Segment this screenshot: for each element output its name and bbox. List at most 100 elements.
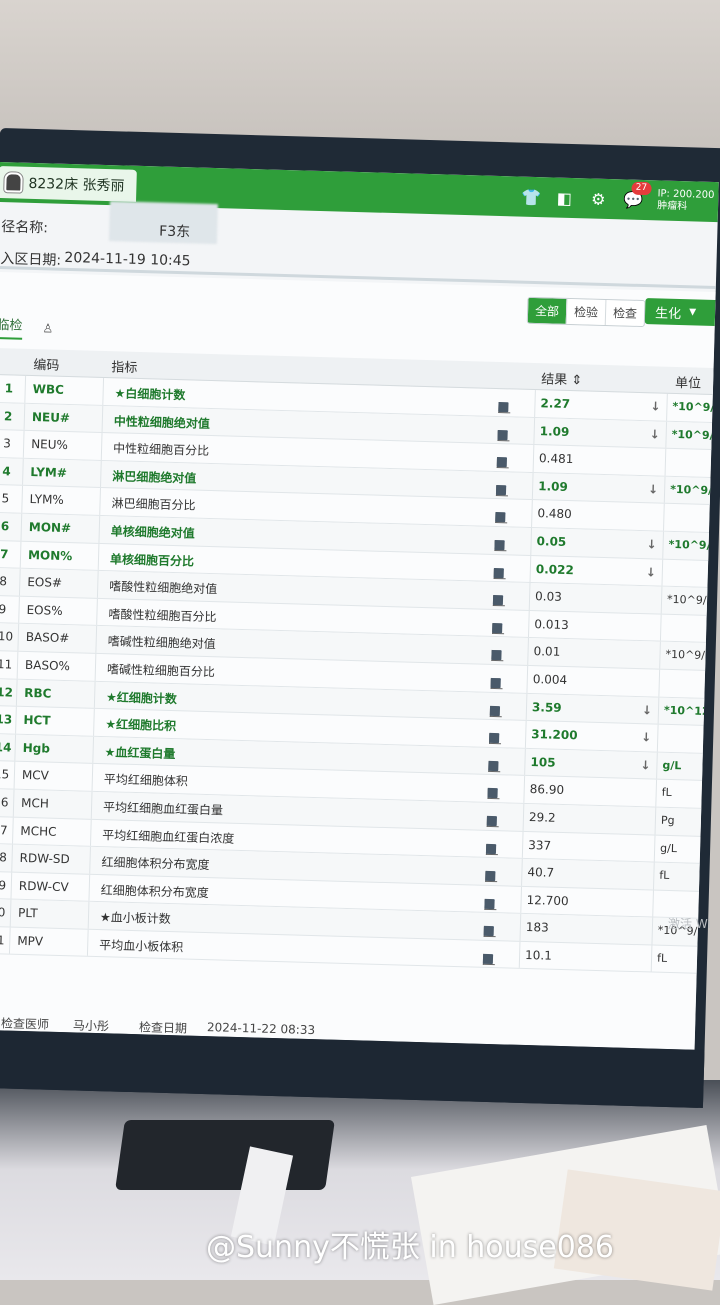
column-divider [656,752,658,779]
column-divider [12,789,15,817]
save-icon[interactable] [486,815,497,827]
column-divider [97,543,100,571]
save-icon[interactable] [496,457,507,468]
column-divider [657,697,660,724]
save-icon[interactable] [491,650,502,661]
save-icon[interactable] [492,622,503,633]
row-index: 17 [0,822,8,837]
save-icon[interactable] [490,677,501,689]
arrow-down-icon: ↓ [646,537,657,552]
save-icon[interactable] [497,429,508,440]
row-unit: g/L [662,758,682,772]
column-divider [88,874,91,902]
filter-all-button[interactable]: 全部 [527,297,567,324]
column-divider [102,377,105,405]
row-name: ★血小板计数 [99,910,171,927]
gear-icon[interactable]: ⚙ [589,189,608,208]
row-name: 平均血小板体积 [99,937,184,955]
column-divider [524,748,526,776]
row-result: 0.01 [533,644,561,660]
column-divider [659,614,662,641]
row-result: 0.03 [534,589,563,605]
column-divider [23,403,26,430]
save-icon[interactable] [487,788,498,799]
column-divider [20,513,23,541]
row-result: 0.480 [537,506,572,522]
shirt-icon[interactable]: 👕 [521,187,541,207]
row-code: LYM% [29,492,65,508]
row-name: 淋巴细胞绝对值 [112,469,197,486]
row-index: 3 [2,436,12,451]
column-divider [13,761,16,789]
save-icon[interactable] [498,402,509,413]
patient-tab[interactable]: 8232床 张秀丽 [0,165,137,202]
exam-date: 2024-11-22 08:33 [206,1020,316,1038]
save-icon[interactable] [495,512,506,523]
person-icon[interactable]: ♙ [42,321,53,335]
column-divider [662,531,664,559]
column-divider [653,835,656,862]
save-icon[interactable] [492,595,504,606]
filter-exam-button[interactable]: 检查 [604,299,645,327]
row-code: BASO# [25,630,70,646]
save-icon[interactable] [485,843,497,854]
column-divider [15,679,18,706]
save-icon[interactable] [482,953,494,964]
column-divider [658,669,661,697]
row-name: 平均红细胞血红蛋白浓度 [102,827,235,846]
column-divider [533,417,536,445]
row-result: 0.05 [536,534,567,549]
chevron-down-icon: ▼ [688,307,697,318]
header-name[interactable]: 指标 [111,356,138,376]
column-divider [96,598,98,626]
row-index: 18 [0,850,8,865]
header-code[interactable]: 编码 [33,354,60,374]
screen: 8232床 张秀丽 👕 ◧ ⚙ 💬 27 IP: 200.200 肿瘤科 径名称… [0,161,719,1050]
column-divider [661,559,664,586]
save-icon[interactable] [489,705,501,716]
filter-lab-button[interactable]: 检验 [565,298,606,325]
save-icon[interactable] [488,760,499,771]
column-divider [653,862,655,890]
row-code: EOS# [27,575,63,591]
save-icon[interactable] [483,926,494,937]
row-name: 淋巴细胞百分比 [111,496,196,513]
column-divider [95,626,98,653]
row-index: 19 [0,877,7,893]
column-divider [100,460,102,488]
header-result[interactable]: 结果 ⇕ [541,368,583,388]
save-icon[interactable] [495,484,507,496]
biochem-dropdown[interactable]: 生化 ▼ [644,298,716,327]
message-icon[interactable]: 💬 27 [623,181,652,209]
notification-badge: 27 [631,181,652,195]
column-divider [101,405,104,433]
save-icon[interactable] [485,870,496,882]
row-result: 0.013 [534,616,569,632]
collapse-panel-icon[interactable]: ◧ [555,188,574,207]
column-divider [89,846,91,874]
row-code: MCHC [20,823,57,839]
top-bar: 8232床 张秀丽 👕 ◧ ⚙ 💬 27 IP: 200.200 肿瘤科 [0,161,719,223]
header-unit[interactable]: 单位 [675,372,702,392]
save-icon[interactable] [484,898,495,909]
column-divider [527,610,530,638]
column-divider [99,488,101,515]
row-index: 20 [0,905,6,920]
save-icon[interactable] [493,567,504,578]
row-code: RBC [24,685,52,701]
row-name: 平均红细胞血红蛋白量 [102,800,224,818]
row-index: 5 [1,491,10,506]
column-divider [12,817,14,844]
biochem-label: 生化 [654,305,682,322]
column-divider [15,706,17,734]
admit-date: 2024-11-19 10:45 [64,249,191,270]
admit-date-row: 入区日期: 2024-11-19 10:45 [0,248,716,270]
row-code: NEU# [31,409,71,425]
column-divider [22,458,24,486]
save-icon[interactable] [494,539,505,551]
row-unit: *10^9/L [671,427,719,442]
column-divider [522,803,525,831]
row-result: 29.2 [528,809,556,825]
save-icon[interactable] [489,733,500,744]
tab-clinical-lab[interactable]: 临检 [0,313,23,340]
